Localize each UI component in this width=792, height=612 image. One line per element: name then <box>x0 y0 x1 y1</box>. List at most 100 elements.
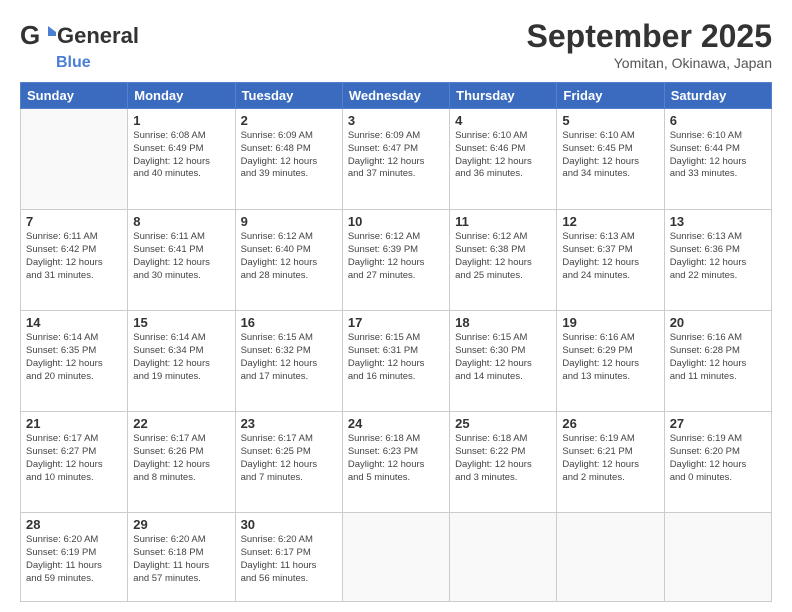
day-number: 13 <box>670 214 766 229</box>
calendar-cell: 12 Sunrise: 6:13 AMSunset: 6:37 PMDayligh… <box>557 210 664 311</box>
calendar-cell: 22 Sunrise: 6:17 AMSunset: 6:26 PMDayligh… <box>128 412 235 513</box>
header-friday: Friday <box>557 83 664 109</box>
day-number: 1 <box>133 113 229 128</box>
day-info: Sunrise: 6:15 AMSunset: 6:32 PMDaylight:… <box>241 332 337 383</box>
day-number: 29 <box>133 517 229 532</box>
day-number: 10 <box>348 214 444 229</box>
calendar-cell: 11Sunrise: 6:12 AMSunset: 6:38 PMDayligh… <box>450 210 557 311</box>
day-number: 8 <box>133 214 229 229</box>
day-info: Sunrise: 6:09 AMSunset: 6:47 PMDaylight:… <box>348 130 444 181</box>
calendar-cell: 10 Sunrise: 6:12 AMSunset: 6:39 PMDayligh… <box>342 210 449 311</box>
header-saturday: Saturday <box>664 83 771 109</box>
header-monday: Monday <box>128 83 235 109</box>
logo-icon: G <box>20 18 56 54</box>
day-info: Sunrise: 6:15 AMSunset: 6:31 PMDaylight:… <box>348 332 444 383</box>
page: G General Blue September 2025 Yomitan, O… <box>0 0 792 612</box>
calendar-cell: 3Sunrise: 6:09 AMSunset: 6:47 PMDaylight… <box>342 109 449 210</box>
calendar-cell: 29 Sunrise: 6:20 AMSunset: 6:18 PMDayligh… <box>128 513 235 602</box>
day-info: Sunrise: 6:15 AMSunset: 6:30 PMDaylight:… <box>455 332 551 383</box>
day-number: 12 <box>562 214 658 229</box>
calendar-cell: 15 Sunrise: 6:14 AMSunset: 6:34 PMDayligh… <box>128 311 235 412</box>
day-info: Sunrise: 6:14 AMSunset: 6:34 PMDaylight:… <box>133 332 229 383</box>
calendar-cell: 28 Sunrise: 6:20 AMSunset: 6:19 PMDayligh… <box>21 513 128 602</box>
day-number: 19 <box>562 315 658 330</box>
calendar-cell: 7 Sunrise: 6:11 AMSunset: 6:42 PMDaylight… <box>21 210 128 311</box>
day-info: Sunrise: 6:09 AMSunset: 6:48 PMDaylight:… <box>241 130 337 181</box>
logo-blue: Blue <box>56 54 91 71</box>
day-number: 15 <box>133 315 229 330</box>
day-number: 2 <box>241 113 337 128</box>
location-subtitle: Yomitan, Okinawa, Japan <box>527 55 772 71</box>
day-info: Sunrise: 6:11 AMSunset: 6:41 PMDaylight:… <box>133 231 229 282</box>
day-info: Sunrise: 6:12 AMSunset: 6:38 PMDaylight:… <box>455 231 551 282</box>
day-number: 23 <box>241 416 337 431</box>
calendar-cell: 27 Sunrise: 6:19 AMSunset: 6:20 PMDayligh… <box>664 412 771 513</box>
day-number: 24 <box>348 416 444 431</box>
day-number: 25 <box>455 416 551 431</box>
calendar-cell <box>557 513 664 602</box>
svg-text:G: G <box>20 20 40 50</box>
calendar-cell: 6 Sunrise: 6:10 AMSunset: 6:44 PMDaylight… <box>664 109 771 210</box>
calendar-cell: 21Sunrise: 6:17 AMSunset: 6:27 PMDayligh… <box>21 412 128 513</box>
day-info: Sunrise: 6:19 AMSunset: 6:20 PMDaylight:… <box>670 433 766 484</box>
day-number: 6 <box>670 113 766 128</box>
day-info: Sunrise: 6:08 AMSunset: 6:49 PMDaylight:… <box>133 130 229 181</box>
day-info: Sunrise: 6:16 AMSunset: 6:29 PMDaylight:… <box>562 332 658 383</box>
logo-general: General <box>57 23 139 49</box>
day-number: 4 <box>455 113 551 128</box>
calendar-cell: 30 Sunrise: 6:20 AMSunset: 6:17 PMDayligh… <box>235 513 342 602</box>
weekday-header-row: Sunday Monday Tuesday Wednesday Thursday… <box>21 83 772 109</box>
day-number: 27 <box>670 416 766 431</box>
day-number: 5 <box>562 113 658 128</box>
day-info: Sunrise: 6:12 AMSunset: 6:39 PMDaylight:… <box>348 231 444 282</box>
day-info: Sunrise: 6:16 AMSunset: 6:28 PMDaylight:… <box>670 332 766 383</box>
day-info: Sunrise: 6:11 AMSunset: 6:42 PMDaylight:… <box>26 231 122 282</box>
calendar-cell: 24 Sunrise: 6:18 AMSunset: 6:23 PMDayligh… <box>342 412 449 513</box>
calendar-cell: 1 Sunrise: 6:08 AMSunset: 6:49 PMDaylight… <box>128 109 235 210</box>
calendar-cell: 17 Sunrise: 6:15 AMSunset: 6:31 PMDayligh… <box>342 311 449 412</box>
day-number: 9 <box>241 214 337 229</box>
day-info: Sunrise: 6:20 AMSunset: 6:17 PMDaylight:… <box>241 534 337 585</box>
day-number: 14 <box>26 315 122 330</box>
day-number: 28 <box>26 517 122 532</box>
day-info: Sunrise: 6:10 AMSunset: 6:46 PMDaylight:… <box>455 130 551 181</box>
day-number: 16 <box>241 315 337 330</box>
day-info: Sunrise: 6:13 AMSunset: 6:36 PMDaylight:… <box>670 231 766 282</box>
day-number: 17 <box>348 315 444 330</box>
day-number: 22 <box>133 416 229 431</box>
calendar-cell <box>450 513 557 602</box>
calendar-cell <box>342 513 449 602</box>
header-thursday: Thursday <box>450 83 557 109</box>
day-info: Sunrise: 6:17 AMSunset: 6:27 PMDaylight:… <box>26 433 122 484</box>
calendar-cell: 13 Sunrise: 6:13 AMSunset: 6:36 PMDayligh… <box>664 210 771 311</box>
calendar-cell: 4 Sunrise: 6:10 AMSunset: 6:46 PMDaylight… <box>450 109 557 210</box>
day-info: Sunrise: 6:10 AMSunset: 6:45 PMDaylight:… <box>562 130 658 181</box>
calendar-cell: 14 Sunrise: 6:14 AMSunset: 6:35 PMDayligh… <box>21 311 128 412</box>
calendar-cell: 18Sunrise: 6:15 AMSunset: 6:30 PMDayligh… <box>450 311 557 412</box>
calendar-cell: 26Sunrise: 6:19 AMSunset: 6:21 PMDayligh… <box>557 412 664 513</box>
day-info: Sunrise: 6:14 AMSunset: 6:35 PMDaylight:… <box>26 332 122 383</box>
header-tuesday: Tuesday <box>235 83 342 109</box>
month-title: September 2025 <box>527 18 772 55</box>
day-info: Sunrise: 6:18 AMSunset: 6:23 PMDaylight:… <box>348 433 444 484</box>
calendar-cell: 8 Sunrise: 6:11 AMSunset: 6:41 PMDaylight… <box>128 210 235 311</box>
day-info: Sunrise: 6:17 AMSunset: 6:25 PMDaylight:… <box>241 433 337 484</box>
day-number: 7 <box>26 214 122 229</box>
calendar-cell: 5 Sunrise: 6:10 AMSunset: 6:45 PMDaylight… <box>557 109 664 210</box>
logo: G General Blue <box>20 18 139 72</box>
calendar-cell: 9 Sunrise: 6:12 AMSunset: 6:40 PMDaylight… <box>235 210 342 311</box>
day-info: Sunrise: 6:13 AMSunset: 6:37 PMDaylight:… <box>562 231 658 282</box>
day-info: Sunrise: 6:12 AMSunset: 6:40 PMDaylight:… <box>241 231 337 282</box>
day-number: 30 <box>241 517 337 532</box>
calendar-cell <box>21 109 128 210</box>
calendar-cell: 2 Sunrise: 6:09 AMSunset: 6:48 PMDaylight… <box>235 109 342 210</box>
day-info: Sunrise: 6:20 AMSunset: 6:18 PMDaylight:… <box>133 534 229 585</box>
day-info: Sunrise: 6:17 AMSunset: 6:26 PMDaylight:… <box>133 433 229 484</box>
day-info: Sunrise: 6:18 AMSunset: 6:22 PMDaylight:… <box>455 433 551 484</box>
day-info: Sunrise: 6:10 AMSunset: 6:44 PMDaylight:… <box>670 130 766 181</box>
calendar-cell: 20Sunrise: 6:16 AMSunset: 6:28 PMDayligh… <box>664 311 771 412</box>
calendar-cell: 25 Sunrise: 6:18 AMSunset: 6:22 PMDayligh… <box>450 412 557 513</box>
day-info: Sunrise: 6:20 AMSunset: 6:19 PMDaylight:… <box>26 534 122 585</box>
header-sunday: Sunday <box>21 83 128 109</box>
calendar-cell <box>664 513 771 602</box>
